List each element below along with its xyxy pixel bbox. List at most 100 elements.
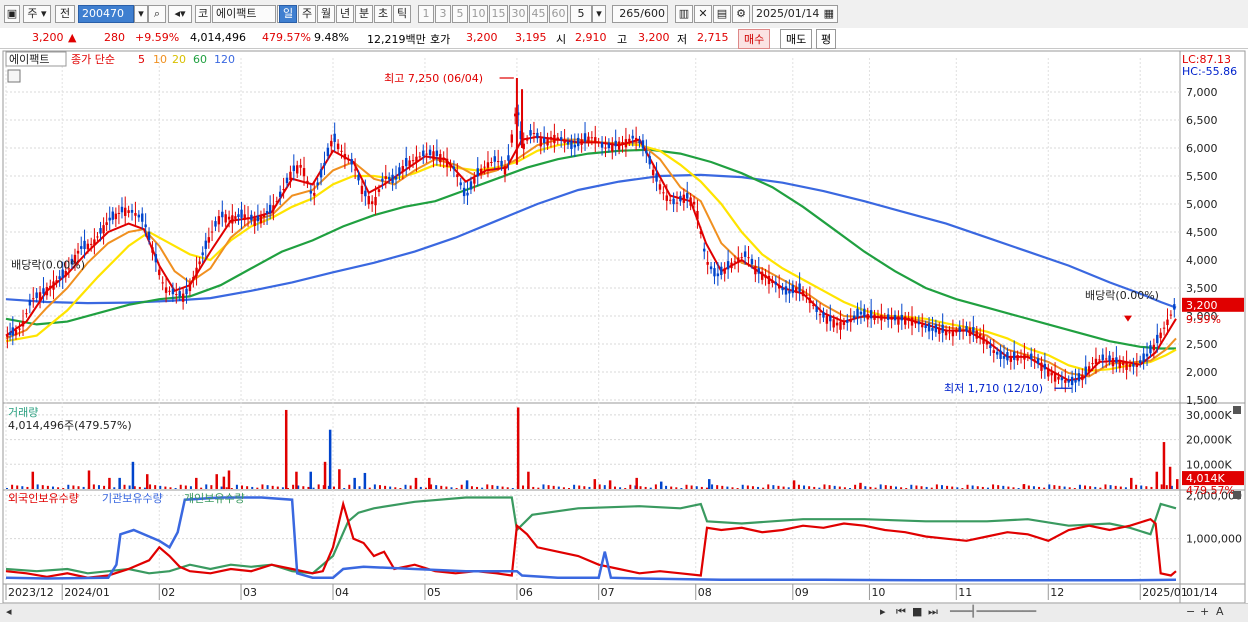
volume-bar [1038,486,1041,489]
calendar-icon[interactable]: ▦ [824,6,834,22]
candle-body [336,143,340,150]
candle-body [849,319,852,323]
candle-body [32,298,35,300]
zoom-out-icon[interactable]: − [1186,605,1195,618]
bar-chart-icon[interactable]: ▥ [675,5,693,23]
chart-area[interactable]: 7,000 6,500 6,000 5,500 5,000 4,500 4,000 3,500… [0,49,1248,604]
period-type-select[interactable]: 주 ▾ [23,5,51,23]
interval-button-4[interactable]: 15 [489,5,508,23]
sell-button[interactable]: 매도 [780,29,813,49]
panel-close-icon[interactable] [1233,406,1241,414]
candle-body [788,290,791,294]
gear-icon[interactable]: ⚙ [732,5,750,23]
volume-bar [1048,484,1051,489]
candle-body [968,327,972,336]
volume-bar [41,485,44,489]
font-size-icon[interactable]: A [1216,605,1224,618]
count-field[interactable]: 265/600 [612,5,668,23]
candle-body [381,178,384,182]
eval-button[interactable]: 평 [816,29,837,49]
candle-body [743,251,747,257]
candle-body [897,316,900,325]
stock-code-input[interactable]: 200470 [78,5,134,23]
scroll-bar[interactable]: ◂ ▸ ⏮ ■ ⏭ ━━━┫━━━━━━━━━ − + A [0,603,1248,622]
candle-body [52,281,55,290]
stop-icon[interactable]: ■ [912,605,922,618]
month-label: 12 [1050,586,1064,599]
candle-body [651,169,655,176]
scroll-left-icon[interactable]: ◂ [6,605,12,618]
volume-bar [440,485,443,489]
candle-body [958,326,961,333]
interval-button-5[interactable]: 30 [509,5,528,23]
candle-body [493,156,496,162]
candle-body [192,276,195,280]
candle-body [289,171,292,181]
date-field[interactable]: 2025/01/14 ▦ [752,5,838,23]
candle-body [496,161,500,163]
zoom-slider[interactable]: ━━━┫━━━━━━━━━ [950,605,1036,618]
candle-body [978,333,982,337]
candle-body [532,133,536,135]
code-dropdown-icon[interactable]: ▾ [134,5,148,23]
interval-button-6[interactable]: 45 [529,5,548,23]
period-tab-5[interactable]: 초 [374,5,392,23]
candle-body [904,316,907,325]
interval-button-3[interactable]: 10 [469,5,488,23]
volume-bar [159,485,162,489]
volume-bar [113,487,116,489]
candle-body [1098,359,1101,361]
save-icon[interactable]: ▤ [713,5,731,23]
candle-body [422,150,425,157]
volume-bar [1165,485,1168,489]
period-tab-6[interactable]: 틱 [393,5,411,23]
panel-close-icon[interactable] [1233,491,1241,499]
candle-body [161,282,164,284]
month-label: 04 [335,586,349,599]
period-tab-0[interactable]: 일 [279,5,297,23]
stock-chart-svg[interactable]: 7,000 6,500 6,000 5,500 5,000 4,500 4,000 3,500… [0,49,1248,604]
candle-body [507,155,510,161]
volume-bar [470,486,473,489]
prev-button[interactable]: 전 [55,5,75,23]
scroll-right-icon[interactable]: ▸ [880,605,886,618]
zoom-in-icon[interactable]: + [1200,605,1209,618]
interval-dropdown-icon[interactable]: ▾ [592,5,606,23]
candle-body [822,312,825,318]
candle-body [285,177,289,184]
period-tab-2[interactable]: 월 [317,5,335,23]
volume-spike-bar [1022,484,1026,489]
volume-bar [670,486,673,489]
interval-button-2[interactable]: 5 [452,5,468,23]
candle-body [1057,376,1060,380]
candle-body [645,150,648,154]
period-tab-1[interactable]: 주 [298,5,316,23]
volume-bar [583,486,586,489]
speaker-icon[interactable]: ◂▾ [168,5,192,23]
interval-button-7[interactable]: 60 [549,5,568,23]
candle-body [449,164,452,167]
crosshair-icon[interactable]: ✕ [694,5,712,23]
period-tab-3[interactable]: 년 [336,5,354,23]
search-icon[interactable]: ⌕ [148,5,166,23]
candle-body [137,214,141,218]
candle-body [754,266,757,275]
interval-input[interactable]: 5 [570,5,592,23]
candle-body [483,166,486,168]
volume-bar [103,485,106,489]
panel-settings-icon[interactable] [7,69,21,83]
candle-body [198,261,201,265]
volume-bar [1012,487,1015,489]
first-page-icon[interactable]: ⏮ [896,605,906,619]
last-page-icon[interactable]: ⏭ [928,605,938,619]
chart-window-icon[interactable]: ▣ [4,5,20,23]
candle-body [299,164,302,168]
buy-button[interactable]: 매수 [738,29,771,49]
candle-body [917,321,921,325]
candle-body [394,176,398,180]
volume-bar [169,487,172,489]
period-tab-4[interactable]: 분 [355,5,373,23]
volume-bar [961,488,964,489]
interval-button-0[interactable]: 1 [418,5,434,23]
interval-button-1[interactable]: 3 [435,5,451,23]
